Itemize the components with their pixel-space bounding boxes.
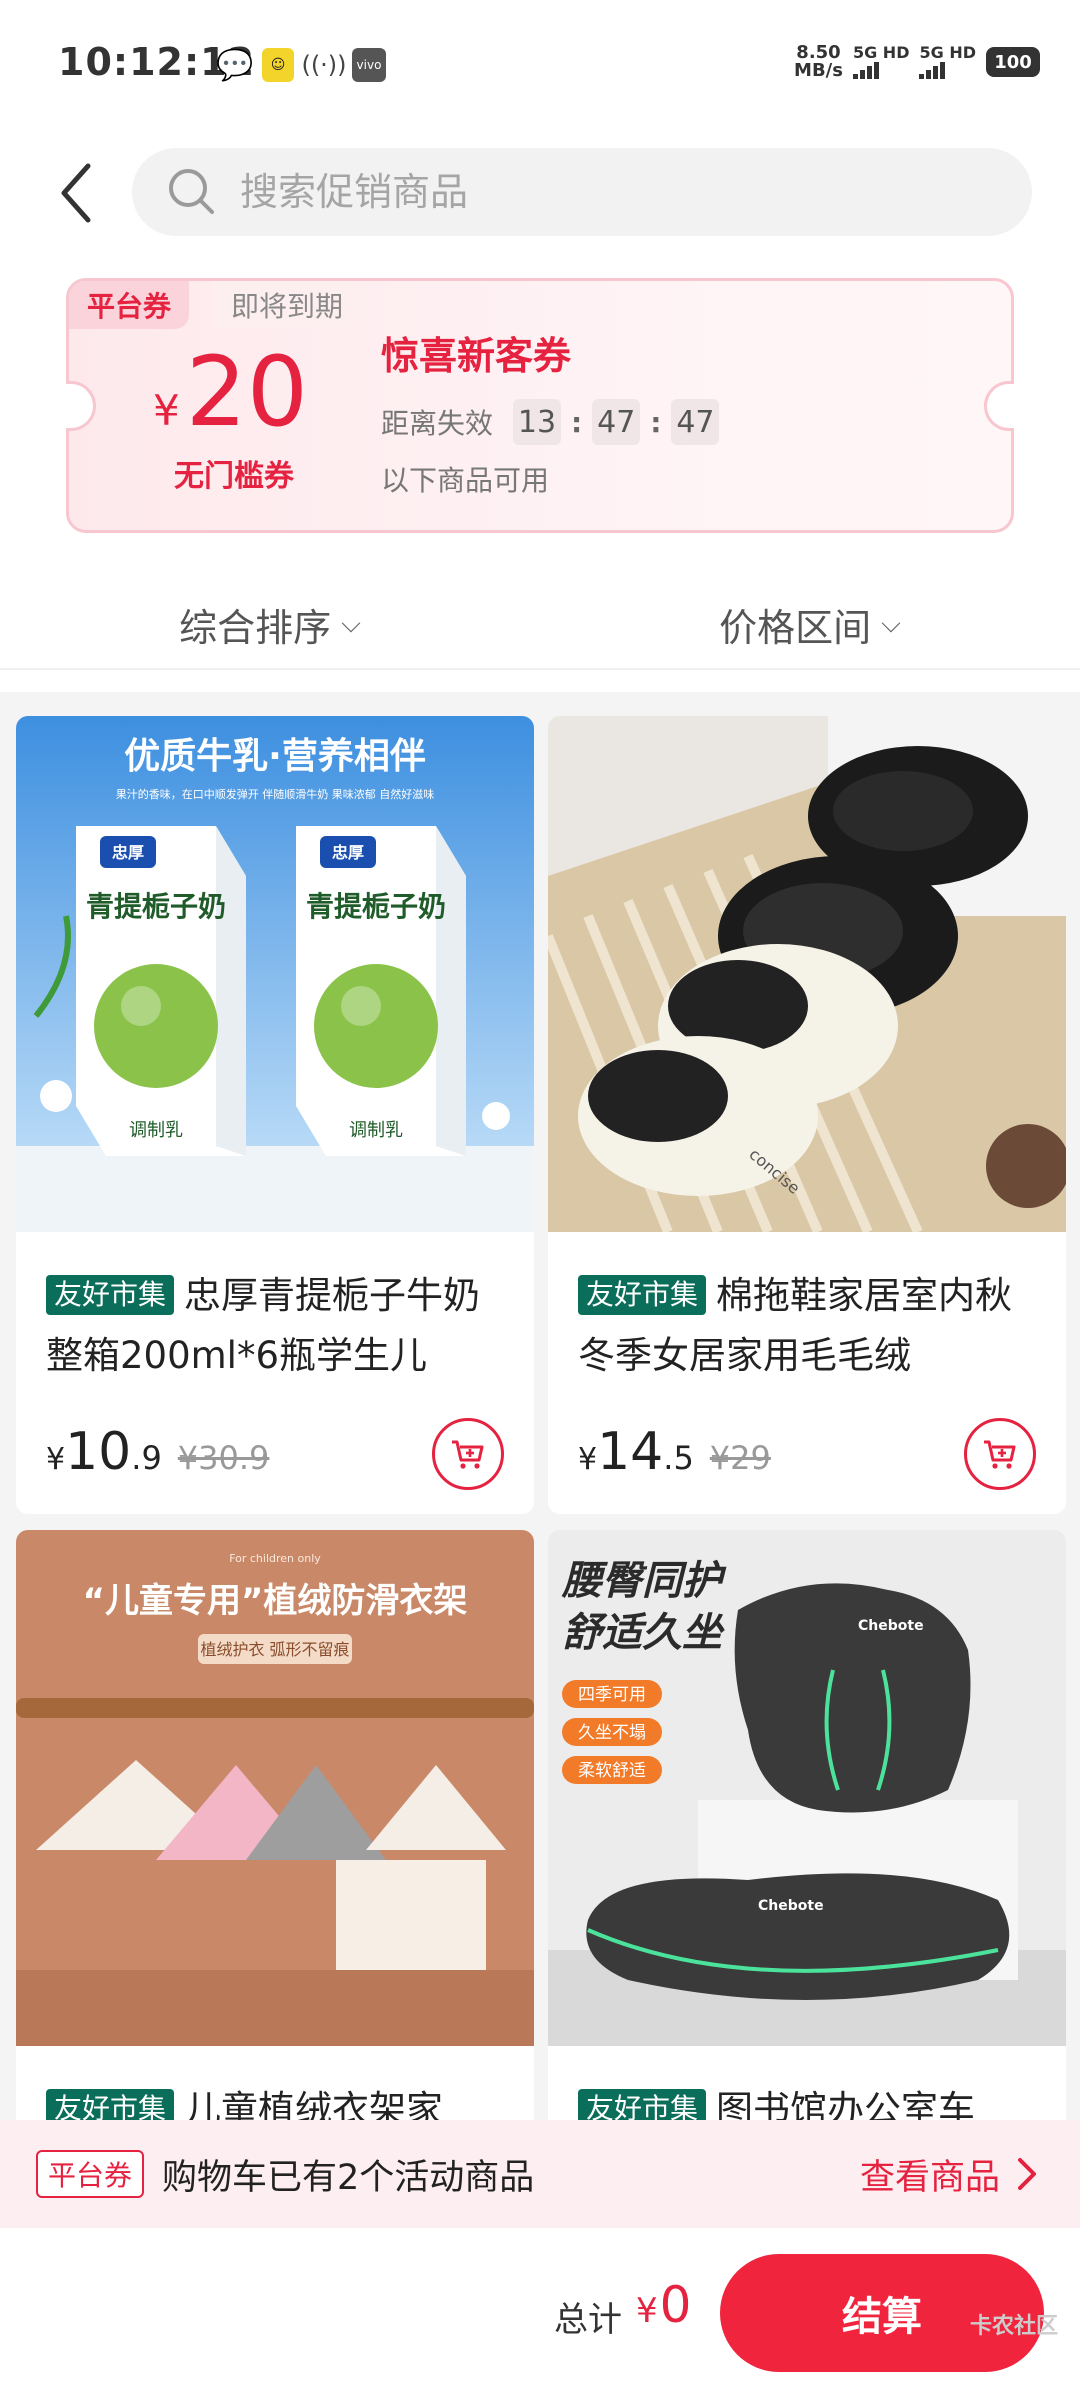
total-amount-value: 0: [659, 2276, 692, 2334]
coupon-card: 平台券 即将到期 ¥ 20 无门槛券 惊喜新客券 距离失效 13 : 47 : …: [66, 278, 1014, 533]
signal-bars-icon: [852, 61, 879, 79]
countdown-hours: 13: [513, 399, 562, 445]
signal-bars-icon: [919, 61, 946, 79]
hanger-subline: 植绒护衣 弧形不留痕: [200, 1640, 349, 1659]
hotspot-icon: ((·)): [301, 51, 347, 79]
product-card[interactable]: concise 友好市集 棉拖鞋家居室内秋冬季女居家用毛毛绒 ¥ 14 .5 ¥2…: [548, 716, 1066, 1514]
currency-symbol: ¥: [46, 1442, 66, 1477]
sort-comprehensive[interactable]: 综合排序 ⌵: [0, 580, 540, 668]
add-to-cart-button[interactable]: [964, 1418, 1036, 1490]
countdown-separator: :: [571, 405, 583, 439]
product-image-hangers: For children only “儿童专用”植绒防滑衣架 植绒护衣 弧形不留…: [16, 1530, 534, 2046]
search-input[interactable]: [240, 170, 1000, 214]
cart-plus-icon: [984, 1440, 1016, 1469]
app-notification-icon: ☺: [262, 48, 294, 82]
product-image-milk: 优质牛乳·营养相伴 果汁的香味，在口中顺发弹开 伴随顺滑牛奶 果味浓郁 自然好滋…: [16, 716, 534, 1232]
coupon-amount-value: 20: [185, 336, 308, 448]
product-image-slippers: concise: [548, 716, 1066, 1232]
svg-text:忠厚: 忠厚: [112, 843, 144, 862]
add-to-cart-button[interactable]: [432, 1418, 504, 1490]
coupon-note: 以下商品可用: [381, 464, 550, 497]
cushion-feature: 久坐不塌: [578, 1723, 646, 1743]
product-title: 友好市集 忠厚青提栀子牛奶整箱200ml*6瓶学生儿: [46, 1274, 481, 1377]
cart-plus-icon: [452, 1440, 484, 1469]
countdown-separator: :: [650, 405, 662, 439]
price-decimal: .5: [663, 1439, 694, 1477]
coupon-condition: 无门槛券: [174, 459, 294, 494]
product-image-cushion: 腰臀同护 舒适久坐 四季可用 久坐不塌 柔软舒适 Chebote Chebote: [548, 1530, 1066, 2046]
coupon-type-tag: 平台券: [69, 281, 190, 329]
currency-symbol: ¥: [636, 2291, 658, 2331]
coupon-countdown: 距离失效 13 : 47 : 47: [381, 399, 725, 445]
total-label: 总计: [554, 2300, 622, 2340]
sort-comprehensive-label: 综合排序: [179, 605, 332, 650]
svg-text:忠厚: 忠厚: [332, 843, 364, 862]
original-price: ¥29: [709, 1439, 771, 1477]
svg-text:调制乳: 调制乳: [129, 1120, 183, 1141]
hanger-top-text: For children only: [229, 1552, 321, 1565]
checkout-footer: 总计 ¥ 0 结算 卡农社区: [0, 2228, 1080, 2400]
search-icon: [169, 169, 214, 214]
network-speed: 8.50 MB/s: [794, 42, 843, 81]
currency-symbol: ¥: [578, 1442, 598, 1477]
back-button[interactable]: [52, 158, 102, 228]
countdown-seconds: 47: [671, 399, 720, 445]
chevron-down-icon: ⌵: [881, 608, 901, 639]
svg-text:青提栀子奶: 青提栀子奶: [86, 890, 226, 923]
page: 10:12:12 💬 ☺ ((·)) vivo 8.50 MB/s 5G HD …: [0, 0, 1080, 2400]
product-card[interactable]: 优质牛乳·营养相伴 果汁的香味，在口中顺发弹开 伴随顺滑牛奶 果味浓郁 自然好滋…: [16, 716, 534, 1514]
product-card[interactable]: For children only “儿童专用”植绒防滑衣架 植绒护衣 弧形不留…: [16, 1530, 534, 2130]
hanger-headline: “儿童专用”植绒防滑衣架: [83, 1581, 468, 1621]
coupon-title: 惊喜新客券: [381, 334, 572, 378]
product-card[interactable]: 腰臀同护 舒适久坐 四季可用 久坐不塌 柔软舒适 Chebote Chebote…: [548, 1530, 1066, 2130]
product-grid: 优质牛乳·营养相伴 果汁的香味，在口中顺发弹开 伴随顺滑牛奶 果味浓郁 自然好滋…: [0, 692, 1080, 2130]
svg-text:青提栀子奶: 青提栀子奶: [306, 890, 446, 923]
product-price: ¥ 14 .5 ¥29: [578, 1422, 771, 1482]
countdown-minutes: 47: [592, 399, 641, 445]
wechat-icon: 💬: [216, 47, 254, 83]
price-decimal: .9: [131, 1439, 162, 1477]
total-amount: ¥ 0: [636, 2276, 691, 2334]
cushion-headline-2: 舒适久坐: [562, 1610, 725, 1656]
cart-activity-banner[interactable]: 平台券 购物车已有2个活动商品 查看商品: [0, 2120, 1080, 2228]
platform-coupon-tag: 平台券: [36, 2150, 145, 2198]
sort-price-range-label: 价格区间: [719, 605, 872, 650]
coupon-amount: ¥ 20: [153, 337, 308, 447]
signal-sim1: 5G HD: [852, 45, 909, 79]
coupon-expire-tag: 即将到期: [211, 281, 364, 329]
milk-subline: 果汁的香味，在口中顺发弹开 伴随顺滑牛奶 果味浓郁 自然好滋味: [116, 787, 435, 801]
status-right: 8.50 MB/s 5G HD 5G HD 100: [794, 44, 1040, 80]
view-products-link[interactable]: 查看商品: [860, 2149, 1000, 2200]
price-integer: 14: [597, 1422, 664, 1482]
cushion-feature: 柔软舒适: [578, 1761, 646, 1781]
price-integer: 10: [65, 1422, 132, 1482]
chevron-right-icon: [1018, 2158, 1036, 2190]
signal-sim2: 5G HD: [919, 45, 976, 79]
watermark: 卡农社区: [969, 2314, 1058, 2339]
market-badge: 友好市集: [578, 1275, 707, 1315]
cushion-brand: Chebote: [858, 1618, 924, 1634]
vivo-icon: vivo: [352, 48, 386, 82]
cushion-headline-1: 腰臀同护: [561, 1558, 727, 1604]
coupon-notch: [984, 381, 1014, 431]
chevron-down-icon: ⌵: [341, 608, 361, 639]
sort-bar: 综合排序 ⌵ 价格区间 ⌵: [0, 580, 1080, 670]
cart-banner-message: 购物车已有2个活动商品: [162, 2157, 535, 2198]
product-price: ¥ 10 .9 ¥30.9: [46, 1422, 269, 1482]
chevron-left-icon: [61, 163, 91, 223]
product-title: 友好市集 棉拖鞋家居室内秋冬季女居家用毛毛绒: [578, 1274, 1013, 1377]
original-price: ¥30.9: [177, 1439, 270, 1477]
cushion-feature: 四季可用: [578, 1685, 646, 1705]
svg-text:调制乳: 调制乳: [349, 1120, 403, 1141]
sort-price-range[interactable]: 价格区间 ⌵: [540, 580, 1080, 668]
cushion-brand: Chebote: [758, 1898, 824, 1914]
countdown-label: 距离失效: [381, 407, 494, 440]
milk-headline: 优质牛乳·营养相伴: [124, 735, 426, 777]
status-bar: 10:12:12 💬 ☺ ((·)) vivo 8.50 MB/s 5G HD …: [0, 0, 1080, 130]
coupon-notch: [66, 381, 96, 431]
search-bar[interactable]: [132, 148, 1032, 236]
market-badge: 友好市集: [46, 1275, 175, 1315]
currency-symbol: ¥: [153, 386, 180, 435]
battery-icon: 100: [986, 47, 1040, 77]
